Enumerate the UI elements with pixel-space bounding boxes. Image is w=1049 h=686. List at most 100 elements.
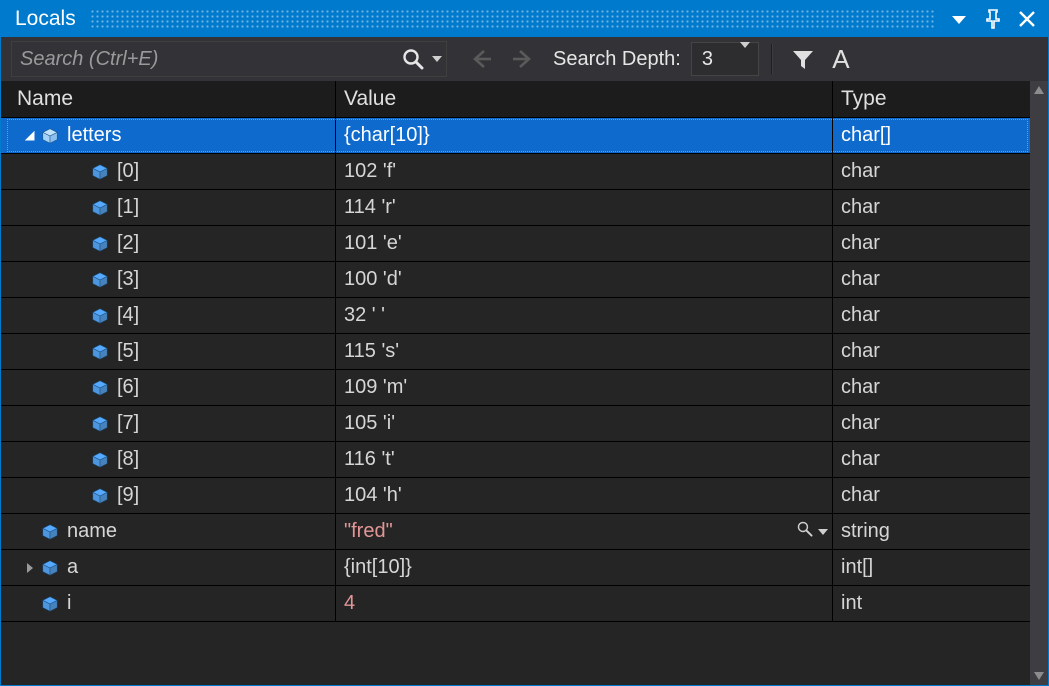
cell-type[interactable]: char[]: [833, 118, 1048, 153]
variable-icon: [91, 451, 109, 469]
variable-name: a: [67, 556, 78, 579]
table-row[interactable]: [1]114 'r' char: [1, 190, 1048, 226]
column-header-value[interactable]: Value: [336, 81, 833, 117]
search-prev-icon[interactable]: [467, 45, 495, 73]
column-header-name[interactable]: Name: [1, 81, 336, 117]
cell-type[interactable]: int[]: [833, 550, 1048, 585]
close-icon[interactable]: [1016, 8, 1038, 30]
cell-name[interactable]: a: [1, 550, 336, 585]
cell-name[interactable]: name: [1, 514, 336, 549]
expander-open-icon[interactable]: [23, 131, 37, 141]
scroll-down-icon[interactable]: [1030, 667, 1048, 685]
cell-name[interactable]: [3]: [1, 262, 336, 297]
variable-value: 100 'd': [344, 268, 402, 291]
cell-type[interactable]: int: [833, 586, 1048, 621]
table-row[interactable]: a {int[10]} int[]: [1, 550, 1048, 586]
cell-value[interactable]: 109 'm': [336, 370, 833, 405]
cell-type[interactable]: char: [833, 406, 1048, 441]
cell-value[interactable]: 32 ' ': [336, 298, 833, 333]
cell-name[interactable]: letters: [1, 118, 336, 153]
cell-value[interactable]: 100 'd': [336, 262, 833, 297]
titlebar[interactable]: Locals: [1, 1, 1048, 37]
table-row[interactable]: [7]105 'i'char: [1, 406, 1048, 442]
vertical-scrollbar[interactable]: [1030, 81, 1048, 685]
variable-name: [0]: [117, 160, 139, 183]
visualizer-dropdown-icon[interactable]: [818, 529, 828, 535]
cell-value[interactable]: 116 't': [336, 442, 833, 477]
variable-icon: [91, 379, 109, 397]
table-row[interactable]: [8]116 't'char: [1, 442, 1048, 478]
cell-name[interactable]: [5]: [1, 334, 336, 369]
table-row[interactable]: [9]104 'h'char: [1, 478, 1048, 514]
variable-value: 4: [344, 592, 355, 615]
cell-value[interactable]: {int[10]}: [336, 550, 833, 585]
table-row[interactable]: [5] 115 's' char: [1, 334, 1048, 370]
cell-type[interactable]: char: [833, 370, 1048, 405]
table-row[interactable]: [2] 101 'e'char: [1, 226, 1048, 262]
cell-value[interactable]: 4: [336, 586, 833, 621]
search-options-dropdown-icon[interactable]: [428, 42, 446, 76]
search-input[interactable]: [12, 48, 398, 71]
variables-grid: Name Value Type letters{char[10]}char[] …: [1, 81, 1048, 685]
variable-type: char: [841, 196, 880, 219]
cell-name[interactable]: [1]: [1, 190, 336, 225]
table-row[interactable]: [0] 102 'f' char: [1, 154, 1048, 190]
cell-value[interactable]: {char[10]}: [336, 118, 833, 153]
cell-name[interactable]: [6]: [1, 370, 336, 405]
filter-icon[interactable]: [788, 44, 818, 74]
table-row[interactable]: letters {char[10]}char[]: [1, 118, 1048, 154]
cell-name[interactable]: i: [1, 586, 336, 621]
table-row[interactable]: [3] 100 'd' char: [1, 262, 1048, 298]
titlebar-grip[interactable]: [90, 9, 936, 29]
table-row[interactable]: i 4 int: [1, 586, 1048, 622]
search-depth-select[interactable]: 3: [691, 42, 759, 76]
table-row[interactable]: [4] 32 ' 'char: [1, 298, 1048, 334]
cell-value[interactable]: 101 'e': [336, 226, 833, 261]
window-position-icon[interactable]: [948, 8, 970, 30]
cell-value[interactable]: 114 'r': [336, 190, 833, 225]
variable-icon: [91, 271, 109, 289]
search-next-icon[interactable]: [509, 45, 537, 73]
scroll-up-icon[interactable]: [1030, 81, 1048, 99]
cell-type[interactable]: char: [833, 442, 1048, 477]
cell-type[interactable]: char: [833, 298, 1048, 333]
cell-type[interactable]: char: [833, 334, 1048, 369]
variable-name: [2]: [117, 232, 139, 255]
cell-type[interactable]: char: [833, 226, 1048, 261]
variable-name: [4]: [117, 304, 139, 327]
cell-name[interactable]: [0]: [1, 154, 336, 189]
cell-value[interactable]: 105 'i': [336, 406, 833, 441]
variable-name: i: [67, 592, 71, 615]
cell-name[interactable]: [9]: [1, 478, 336, 513]
cell-name[interactable]: [8]: [1, 442, 336, 477]
cell-value[interactable]: 115 's': [336, 334, 833, 369]
cell-type[interactable]: char: [833, 154, 1048, 189]
cell-type[interactable]: char: [833, 190, 1048, 225]
cell-value[interactable]: 102 'f': [336, 154, 833, 189]
cell-name[interactable]: [4]: [1, 298, 336, 333]
cell-name[interactable]: [7]: [1, 406, 336, 441]
variable-icon: [41, 523, 59, 541]
search-box[interactable]: [11, 41, 447, 77]
cell-type[interactable]: char: [833, 478, 1048, 513]
column-header-type[interactable]: Type: [833, 81, 1048, 117]
pin-icon[interactable]: [982, 8, 1004, 30]
variable-value: 102 'f': [344, 160, 396, 183]
cell-value[interactable]: 104 'h': [336, 478, 833, 513]
magnifier-icon[interactable]: [796, 520, 814, 544]
search-icon[interactable]: [398, 42, 428, 76]
text-style-icon[interactable]: A: [826, 44, 856, 74]
variable-value: 115 's': [344, 340, 399, 363]
table-row[interactable]: [6]109 'm'char: [1, 370, 1048, 406]
variable-name: letters: [67, 124, 121, 147]
expander-closed-icon[interactable]: [23, 563, 37, 573]
variable-icon: [41, 559, 59, 577]
table-row[interactable]: name"fred" string: [1, 514, 1048, 550]
cell-name[interactable]: [2]: [1, 226, 336, 261]
cell-value[interactable]: "fred": [336, 514, 833, 549]
variable-value: {int[10]}: [344, 556, 412, 579]
search-depth-value: 3: [702, 48, 713, 71]
cell-type[interactable]: string: [833, 514, 1048, 549]
search-depth-caret-icon: [740, 48, 750, 71]
cell-type[interactable]: char: [833, 262, 1048, 297]
